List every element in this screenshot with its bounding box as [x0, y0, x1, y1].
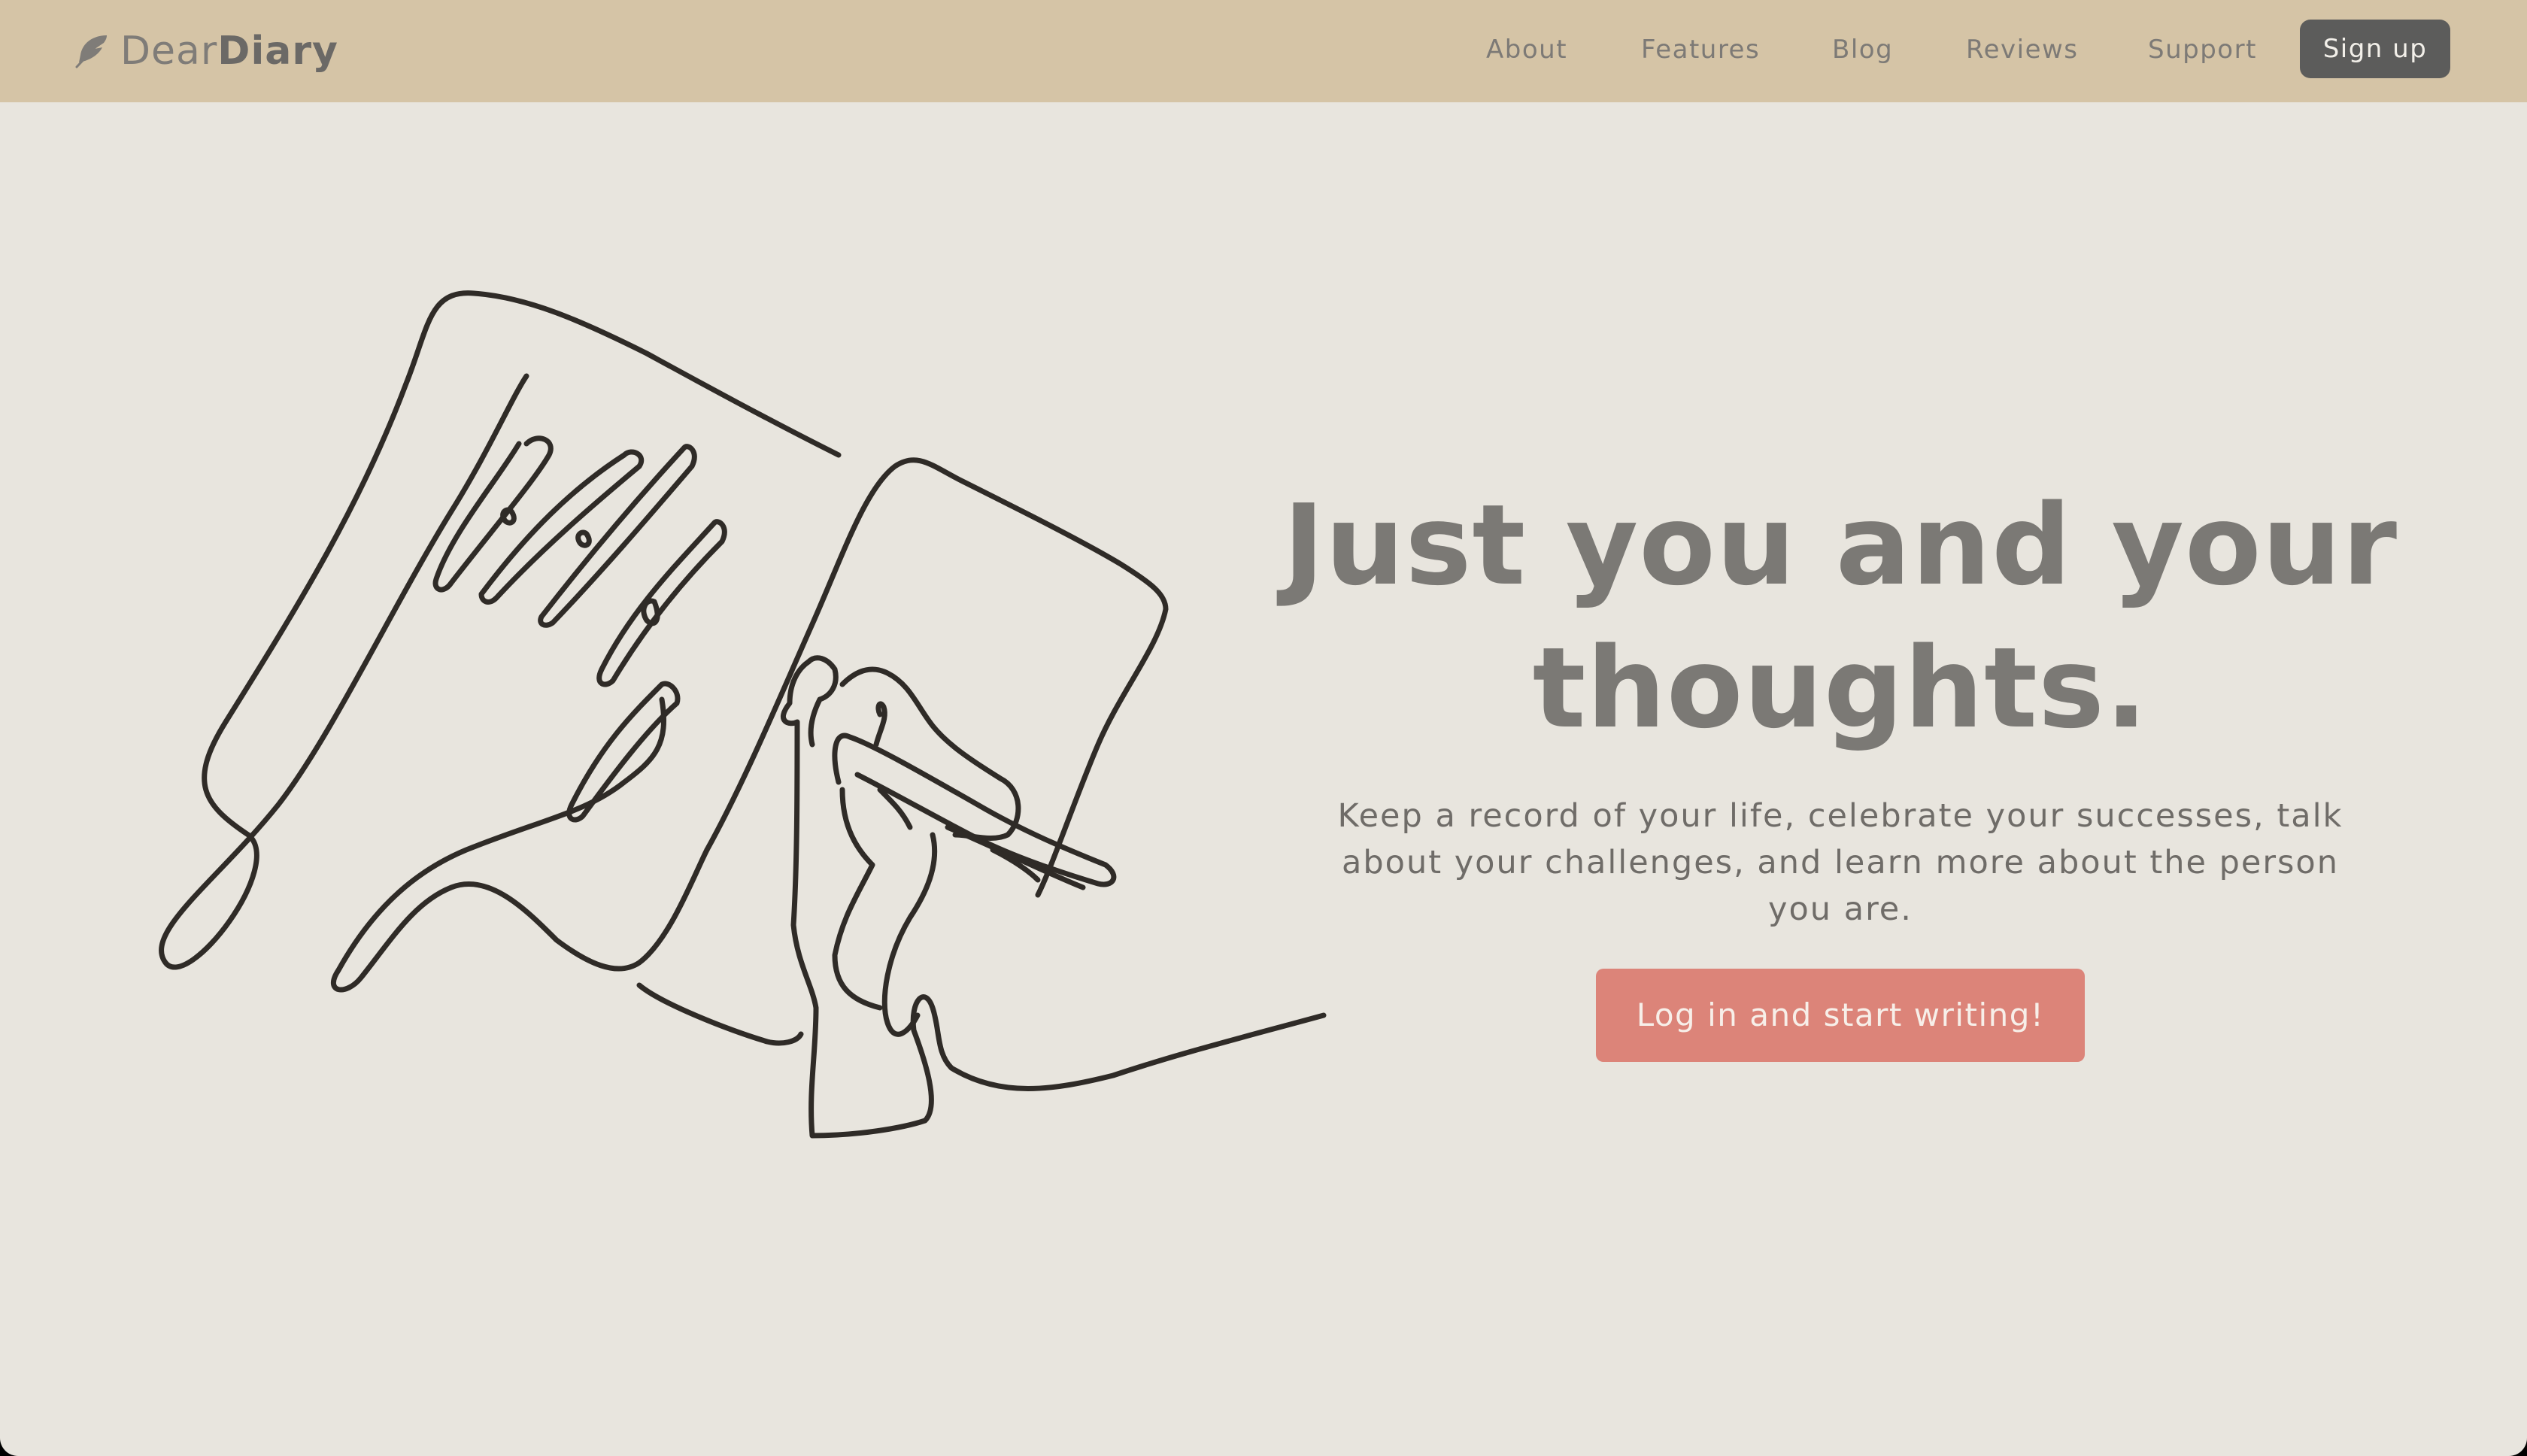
hero-headline: Just you and your thoughts.: [1279, 474, 2402, 760]
journal-writing-illustration: [135, 263, 1384, 1199]
hero-headline-line1: Just you and your: [1282, 481, 2398, 610]
brand-logo[interactable]: DearDiary: [72, 23, 338, 80]
hero-section: Just you and your thoughts. Keep a recor…: [1279, 474, 2402, 1062]
feather-icon: [72, 32, 110, 70]
nav-about-link[interactable]: About: [1486, 30, 1567, 69]
hero-headline-line2: thoughts.: [1532, 623, 2149, 753]
nav-features-link[interactable]: Features: [1641, 30, 1760, 69]
nav-reviews-link[interactable]: Reviews: [1966, 30, 2079, 69]
navbar: DearDiary About Features Blog Reviews Su…: [0, 0, 2527, 102]
nav-support-link[interactable]: Support: [2148, 30, 2257, 69]
brand-name-light: Dear: [120, 29, 218, 74]
login-cta-button[interactable]: Log in and start writing!: [1596, 969, 2085, 1062]
page: DearDiary About Features Blog Reviews Su…: [0, 0, 2527, 1456]
brand-name-bold: Diary: [217, 29, 338, 74]
brand-name: DearDiary: [120, 29, 338, 74]
hero-subtitle: Keep a record of your life, celebrate yo…: [1337, 797, 2343, 928]
nav-blog-link[interactable]: Blog: [1832, 30, 1893, 69]
signup-button[interactable]: Sign up: [2300, 20, 2450, 78]
